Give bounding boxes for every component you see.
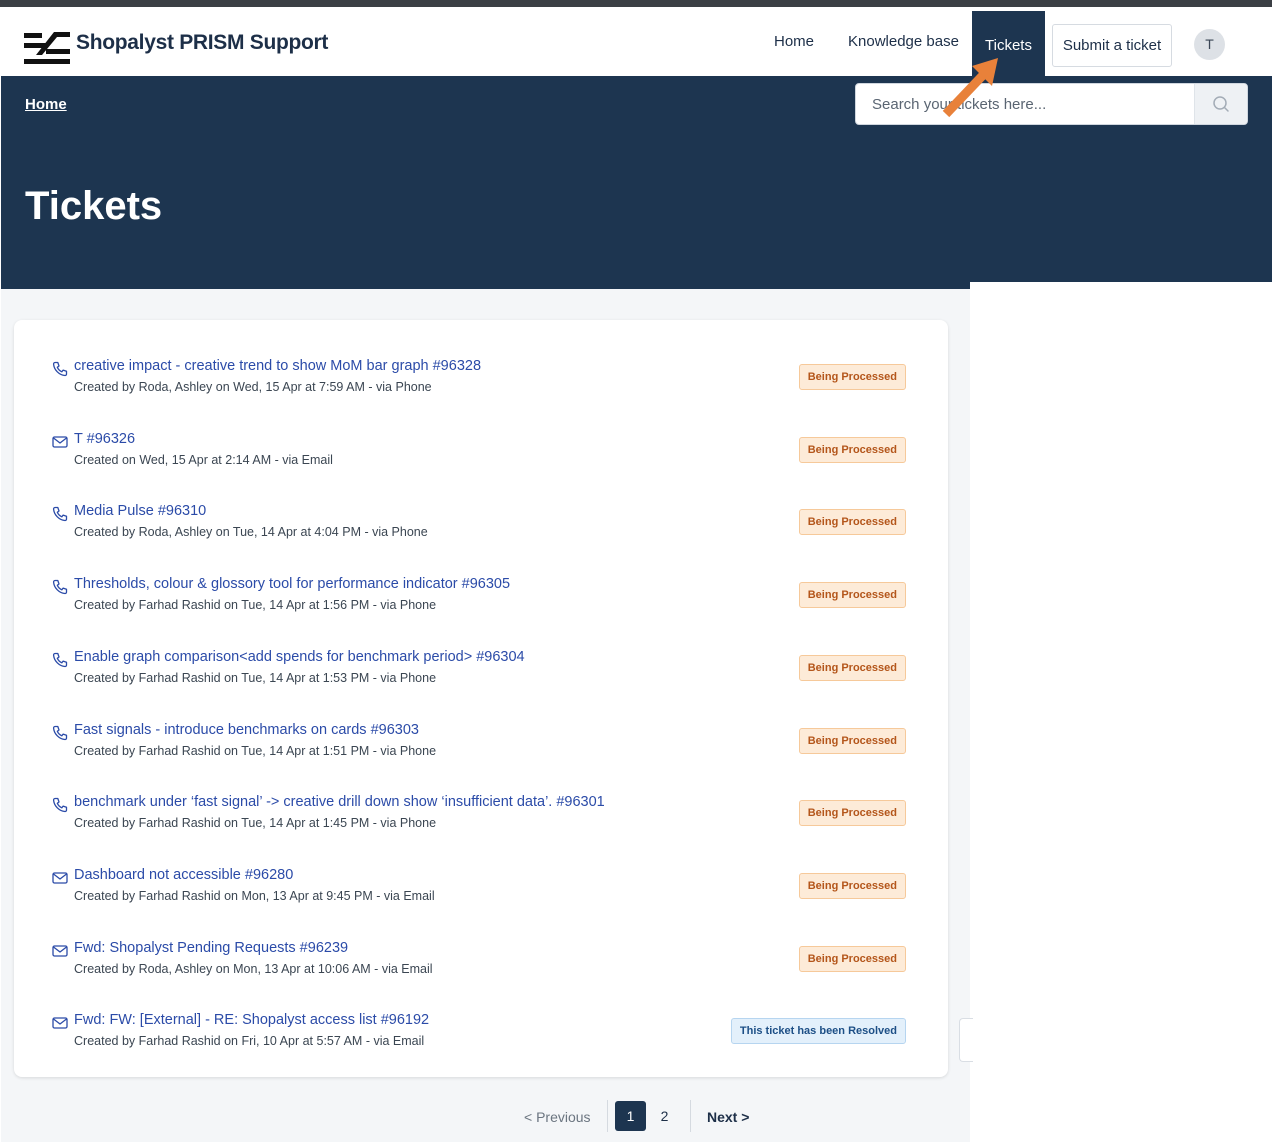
ticket-meta: Created by Roda, Ashley on Mon, 13 Apr a… — [74, 961, 433, 976]
ticket-title-link[interactable]: Fast signals - introduce benchmarks on c… — [74, 722, 419, 738]
ticket-row[interactable]: benchmark under ‘fast signal’ -> creativ… — [14, 790, 948, 850]
ticket-meta: Created by Farhad Rashid on Fri, 10 Apr … — [74, 1034, 425, 1049]
ticket-title-link[interactable]: T #96326 — [74, 431, 135, 447]
ticket-title-link[interactable]: Dashboard not accessible #96280 — [74, 867, 293, 883]
search-button[interactable] — [1194, 84, 1247, 124]
ticket-title-link[interactable]: Enable graph comparison<add spends for b… — [74, 649, 525, 665]
nav-knowledge-base[interactable]: Knowledge base — [848, 33, 959, 50]
phone-icon — [52, 507, 68, 522]
ticket-search — [855, 83, 1248, 125]
email-icon — [52, 944, 68, 957]
ticket-title-link[interactable]: Thresholds, colour & glossory tool for p… — [74, 576, 510, 592]
ticket-title-link[interactable]: Media Pulse #96310 — [74, 503, 206, 519]
ticket-title-link[interactable]: benchmark under ‘fast signal’ -> creativ… — [74, 794, 605, 810]
status-badge: This ticket has been Resolved — [730, 1018, 906, 1045]
status-badge: Being Processed — [798, 654, 906, 681]
blank-region — [970, 282, 1272, 1142]
status-badge: Being Processed — [798, 872, 906, 899]
page-1-button[interactable]: 1 — [615, 1101, 646, 1131]
search-icon — [1213, 96, 1229, 112]
ticket-meta: Created by Farhad Rashid on Tue, 14 Apr … — [74, 816, 437, 831]
next-page-link[interactable]: Next > — [707, 1109, 749, 1125]
submit-ticket-button[interactable]: Submit a ticket — [1052, 24, 1172, 67]
ticket-meta: Created by Roda, Ashley on Wed, 15 Apr a… — [74, 380, 432, 394]
ticket-row[interactable]: Fwd: Shopalyst Pending Requests #96239 Cr… — [14, 936, 948, 996]
status-badge: Being Processed — [798, 509, 906, 536]
phone-icon — [52, 361, 68, 377]
ticket-row[interactable]: Thresholds, colour & glossory tool for p… — [14, 572, 948, 632]
shopalyst-logo[interactable] — [24, 26, 70, 66]
ticket-meta: Created by Roda, Ashley on Tue, 14 Apr a… — [74, 525, 428, 540]
ticket-title-link[interactable]: Fwd: FW: [External] - RE: Shopalyst acce… — [74, 1012, 429, 1028]
phone-icon — [52, 579, 68, 595]
ticket-row[interactable]: Fast signals - introduce benchmarks on c… — [14, 718, 948, 778]
brand-name[interactable]: Shopalyst PRISM Support — [76, 31, 328, 55]
top-strip — [0, 0, 1272, 7]
ticket-meta: Created by Farhad Rashid on Tue, 14 Apr … — [74, 743, 437, 758]
ticket-meta: Created by Farhad Rashid on Tue, 14 Apr … — [74, 670, 437, 685]
hero-banner: Home Tickets — [1, 76, 1272, 289]
user-avatar[interactable]: T — [1194, 29, 1225, 60]
status-badge: Being Processed — [798, 436, 906, 463]
nav-home[interactable]: Home — [774, 33, 814, 50]
email-icon — [52, 1017, 68, 1029]
ticket-meta: Created on Wed, 15 Apr at 2:14 AM - via … — [74, 452, 333, 467]
ticket-row[interactable]: Dashboard not accessible #96280 Created b… — [14, 863, 948, 923]
previous-page-link[interactable]: < Previous — [524, 1109, 591, 1125]
status-badge: Being Processed — [798, 727, 906, 754]
breadcrumb-home[interactable]: Home — [25, 96, 67, 113]
ticket-row[interactable]: creative impact - creative trend to show… — [14, 354, 948, 414]
phone-icon — [52, 798, 68, 813]
status-badge: Being Processed — [798, 945, 906, 972]
ticket-row[interactable]: T #96326 Created on Wed, 15 Apr at 2:14 A… — [14, 427, 948, 487]
status-badge: Being Processed — [798, 800, 906, 827]
email-icon — [52, 872, 68, 884]
ticket-meta: Created by Farhad Rashid on Mon, 13 Apr … — [74, 888, 435, 903]
site-header: Shopalyst PRISM Support Home Knowledge b… — [0, 7, 1272, 76]
ticket-row[interactable]: Media Pulse #96310 Created by Roda, Ashle… — [14, 499, 948, 559]
ticket-title-link[interactable]: Fwd: Shopalyst Pending Requests #96239 — [74, 940, 348, 956]
cropped-control — [959, 1018, 973, 1062]
ticket-list: creative impact - creative trend to show… — [14, 320, 948, 1077]
status-badge: Being Processed — [798, 582, 906, 609]
page-title: Tickets — [25, 184, 163, 228]
search-input[interactable] — [856, 84, 1194, 124]
phone-icon — [52, 725, 68, 740]
ticket-title-link[interactable]: creative impact - creative trend to show… — [74, 358, 481, 374]
pagination-divider — [690, 1100, 691, 1132]
ticket-row[interactable]: Fwd: FW: [External] - RE: Shopalyst acce… — [14, 1008, 948, 1068]
phone-icon — [52, 652, 68, 667]
pagination: < Previous 1 2 Next > — [0, 1098, 970, 1134]
status-badge: Being Processed — [798, 364, 906, 390]
ticket-meta: Created by Farhad Rashid on Tue, 14 Apr … — [74, 598, 437, 613]
nav-tickets[interactable]: Tickets — [972, 11, 1045, 76]
email-icon — [52, 436, 68, 448]
ticket-row[interactable]: Enable graph comparison<add spends for b… — [14, 645, 948, 705]
pagination-divider — [607, 1100, 608, 1132]
page-2-button[interactable]: 2 — [649, 1101, 680, 1131]
